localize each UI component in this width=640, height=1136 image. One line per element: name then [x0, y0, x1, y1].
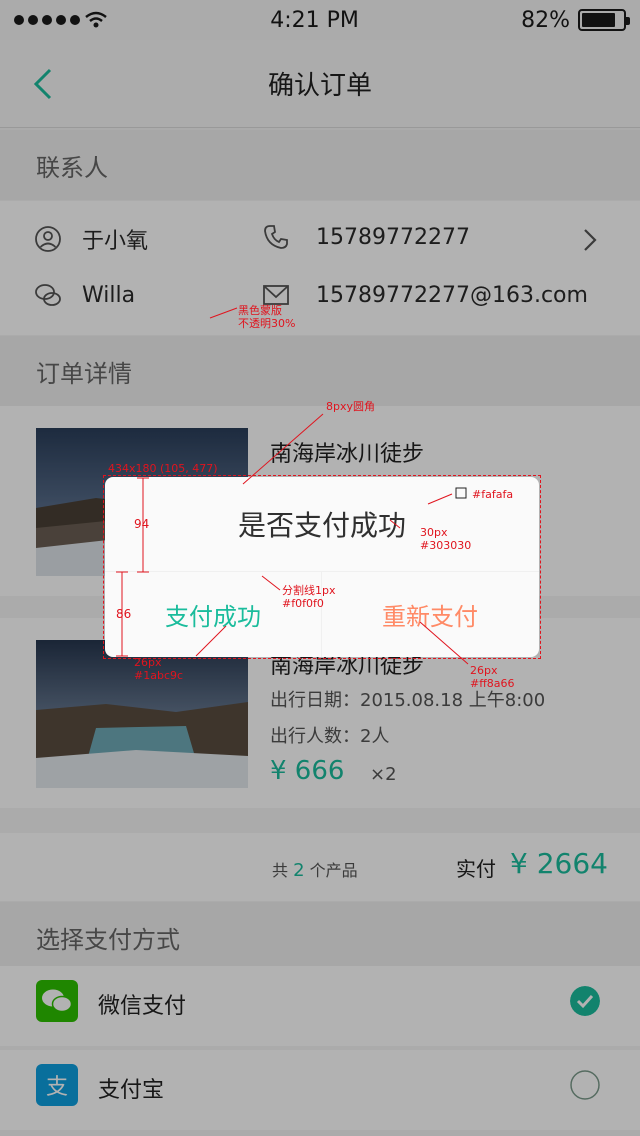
annotation-height-bottom: 86 [116, 607, 132, 621]
annotation-bg: #fafafa [472, 488, 514, 501]
annotation-dialog-outline [103, 475, 541, 659]
annotation-title-font: 30px #303030 [420, 526, 472, 552]
annotation-height-top: 94 [134, 517, 150, 531]
annotation-divider: 分割线1px #f0f0f0 [282, 584, 336, 610]
annotation-ok-font: 26px #1abc9c [134, 656, 184, 682]
annotation-size: 434x180 (105, 477) [108, 462, 218, 475]
annotation-radius: 8pxy圆角 [326, 400, 376, 413]
annotation-retry-font: 26px #ff8a66 [470, 664, 515, 690]
annotation-mask: 黑色蒙版 不透明30% [238, 304, 296, 330]
